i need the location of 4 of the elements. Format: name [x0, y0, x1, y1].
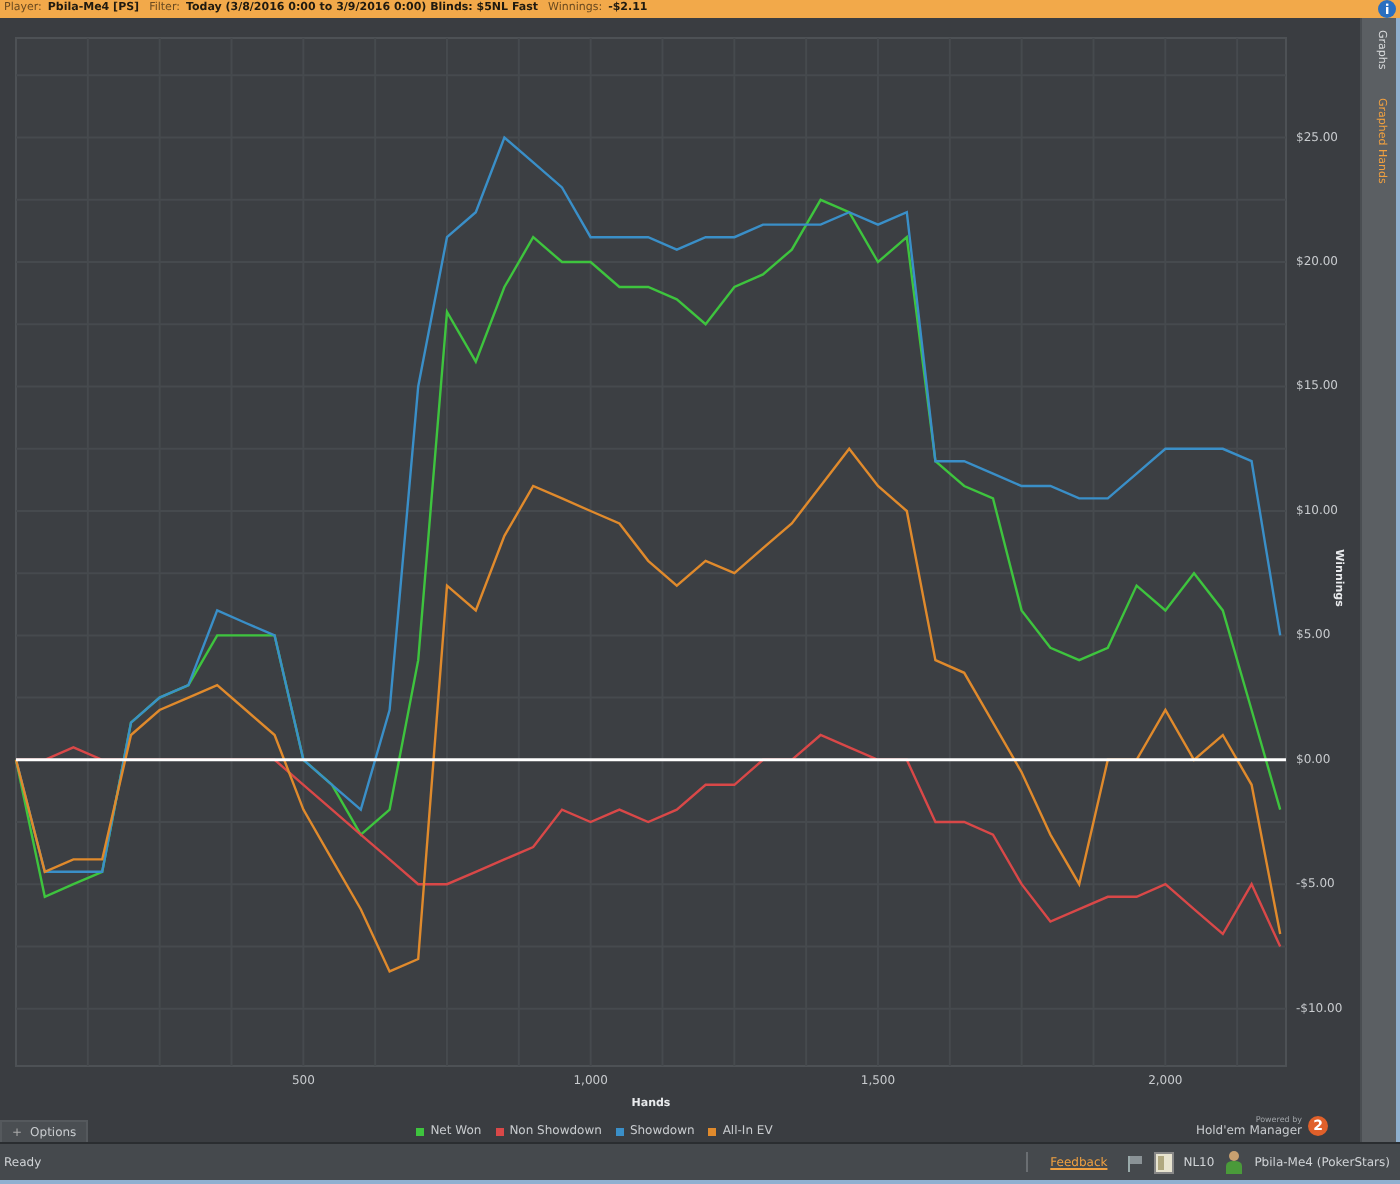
flag-icon[interactable]: [1125, 1153, 1144, 1171]
person-icon[interactable]: [1224, 1150, 1245, 1174]
info-icon[interactable]: [1378, 0, 1396, 18]
table-icon[interactable]: [1153, 1151, 1174, 1173]
